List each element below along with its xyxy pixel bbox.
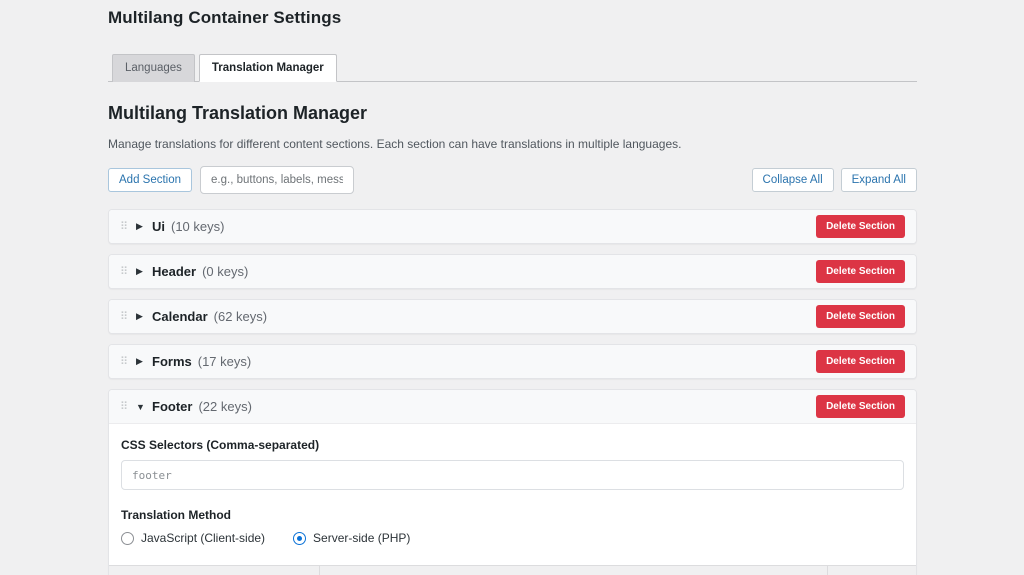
chevron-right-icon[interactable]: ▶: [136, 221, 152, 232]
collapse-all-button[interactable]: Collapse All: [752, 168, 834, 192]
translation-method-label: Translation Method: [121, 508, 904, 522]
chevron-right-icon[interactable]: ▶: [136, 311, 152, 322]
delete-section-button[interactable]: Delete Section: [816, 350, 905, 373]
section-name: Header: [152, 264, 196, 279]
radio-option-javascript[interactable]: JavaScript (Client-side): [121, 531, 265, 545]
css-selectors-input[interactable]: [121, 460, 904, 490]
drag-handle-icon[interactable]: ⠿: [120, 310, 136, 323]
manager-description: Manage translations for different conten…: [108, 137, 917, 151]
content-area: Multilang Container Settings Languages T…: [108, 0, 917, 575]
drag-handle-icon[interactable]: ⠿: [120, 400, 136, 413]
section-name: Footer: [152, 399, 192, 414]
section-header-forms[interactable]: ⠿ ▶ Forms (17 keys) Delete Section: [109, 345, 916, 378]
section-key-count: (10 keys): [171, 219, 224, 234]
drag-handle-icon[interactable]: ⠿: [120, 355, 136, 368]
section-card-header: ⠿ ▶ Header (0 keys) Delete Section: [108, 254, 917, 289]
toolbar: Add Section Collapse All Expand All: [108, 166, 917, 194]
expand-all-button[interactable]: Expand All: [841, 168, 917, 192]
delete-section-button[interactable]: Delete Section: [816, 395, 905, 418]
tab-languages[interactable]: Languages: [112, 54, 195, 82]
section-card-footer: ⠿ ▼ Footer (22 keys) Delete Section CSS …: [108, 389, 917, 575]
add-section-button[interactable]: Add Section: [108, 168, 192, 192]
drag-handle-icon[interactable]: ⠿: [120, 265, 136, 278]
chevron-right-icon[interactable]: ▶: [136, 266, 152, 277]
translation-method-options: JavaScript (Client-side) Server-side (PH…: [121, 531, 904, 545]
column-actions: Actions: [827, 566, 916, 575]
radio-checked-icon[interactable]: [293, 532, 306, 545]
column-translation: Translation EN: [319, 566, 827, 575]
sections-list: ⠿ ▶ Ui (10 keys) Delete Section ⠿ ▶ Head…: [108, 209, 917, 575]
delete-section-button[interactable]: Delete Section: [816, 305, 905, 328]
section-name: Forms: [152, 354, 192, 369]
chevron-down-icon[interactable]: ▼: [136, 402, 152, 412]
section-header-ui[interactable]: ⠿ ▶ Ui (10 keys) Delete Section: [109, 210, 916, 243]
css-selectors-label: CSS Selectors (Comma-separated): [121, 438, 904, 452]
tab-translation-manager[interactable]: Translation Manager: [199, 54, 337, 82]
section-card-ui: ⠿ ▶ Ui (10 keys) Delete Section: [108, 209, 917, 244]
section-key-count: (17 keys): [198, 354, 251, 369]
page-title: Multilang Container Settings: [108, 0, 917, 28]
new-section-name-input[interactable]: [200, 166, 354, 194]
tab-bar: Languages Translation Manager: [108, 53, 917, 82]
section-name: Calendar: [152, 309, 208, 324]
section-key-count: (22 keys): [198, 399, 251, 414]
section-header-calendar[interactable]: ⠿ ▶ Calendar (62 keys) Delete Section: [109, 300, 916, 333]
section-name: Ui: [152, 219, 165, 234]
radio-option-label: Server-side (PHP): [313, 531, 410, 545]
radio-option-serverside[interactable]: Server-side (PHP): [293, 531, 410, 545]
section-key-count: (0 keys): [202, 264, 248, 279]
section-card-calendar: ⠿ ▶ Calendar (62 keys) Delete Section: [108, 299, 917, 334]
column-translation-key: Translation Key: [109, 566, 319, 575]
section-key-count: (62 keys): [214, 309, 267, 324]
manager-heading: Multilang Translation Manager: [108, 103, 917, 124]
radio-unchecked-icon[interactable]: [121, 532, 134, 545]
radio-option-label: JavaScript (Client-side): [141, 531, 265, 545]
delete-section-button[interactable]: Delete Section: [816, 215, 905, 238]
footer-section-body: CSS Selectors (Comma-separated) Translat…: [109, 423, 916, 575]
section-header-footer[interactable]: ⠿ ▼ Footer (22 keys) Delete Section: [109, 390, 916, 423]
drag-handle-icon[interactable]: ⠿: [120, 220, 136, 233]
chevron-right-icon[interactable]: ▶: [136, 356, 152, 367]
section-header-header[interactable]: ⠿ ▶ Header (0 keys) Delete Section: [109, 255, 916, 288]
section-card-forms: ⠿ ▶ Forms (17 keys) Delete Section: [108, 344, 917, 379]
delete-section-button[interactable]: Delete Section: [816, 260, 905, 283]
translation-method-block: Translation Method JavaScript (Client-si…: [121, 508, 904, 545]
translations-table-header: Translation Key Translation EN Actions: [109, 565, 916, 575]
